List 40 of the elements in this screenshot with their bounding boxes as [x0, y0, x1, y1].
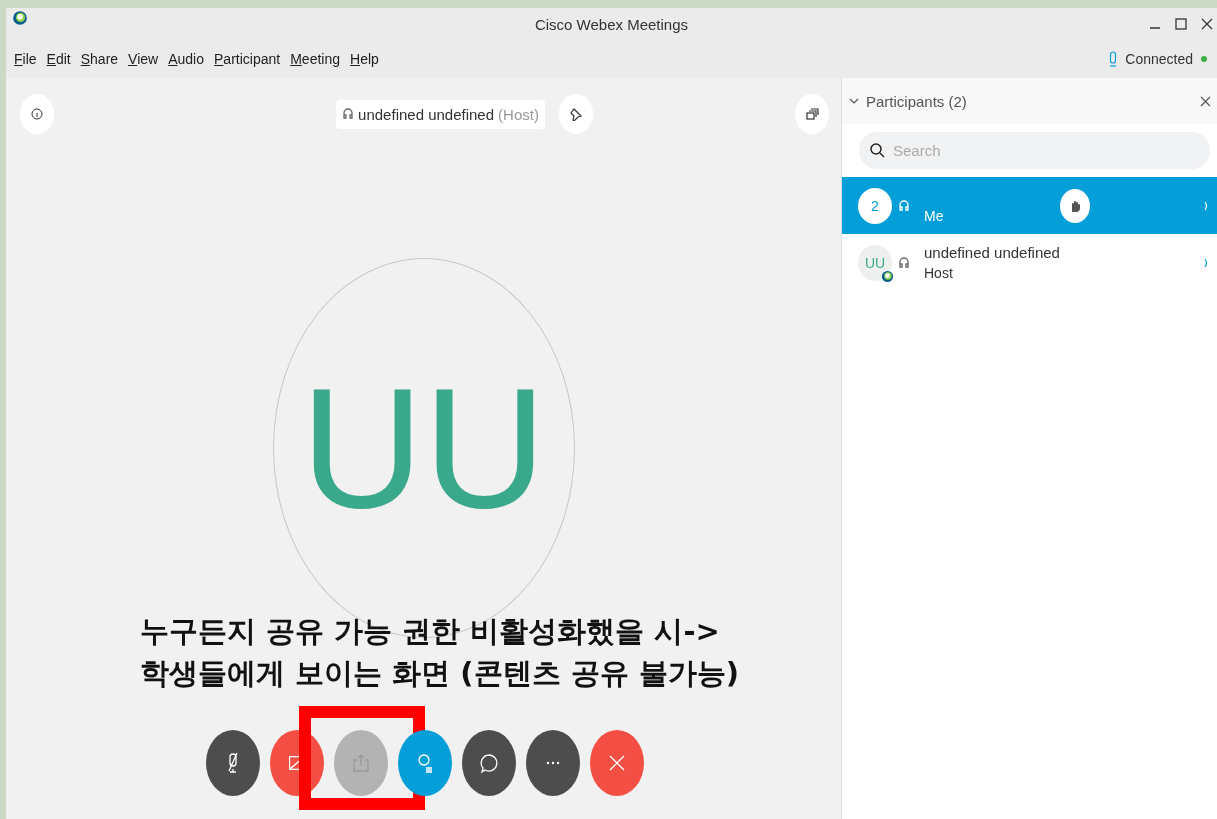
connection-status: Connected [1125, 51, 1193, 67]
menu-item[interactable]: Participant [214, 51, 281, 67]
speaker-role: (Host) [498, 105, 539, 123]
participant-name: undefined undefined [924, 244, 1060, 261]
panel-title: Participants (2) [866, 92, 967, 110]
annotation-text: 누구든지 공유 가능 권한 비활성화했을 시-> [140, 614, 720, 648]
logo-icon [881, 269, 894, 283]
pin-button[interactable] [558, 94, 593, 134]
pin-icon [568, 107, 583, 121]
menu-item[interactable]: Edit [46, 51, 71, 67]
headset-icon [898, 255, 910, 270]
participant-role: Me [924, 208, 944, 224]
logo-icon [12, 10, 28, 26]
info-button[interactable] [20, 94, 54, 134]
participants-control-button[interactable] [398, 730, 452, 796]
more-icon [546, 761, 560, 765]
headset-icon [898, 198, 910, 213]
search-field[interactable]: Search [859, 132, 1210, 169]
speaker-name: undefined undefined [358, 105, 495, 123]
menu-item[interactable]: View [128, 51, 159, 67]
menu-item[interactable]: Share [80, 51, 119, 67]
menu-item[interactable]: File [14, 51, 37, 67]
layout-button[interactable] [795, 94, 829, 134]
maximize-button[interactable] [1175, 18, 1187, 30]
menu-item[interactable]: Meeting [290, 51, 340, 67]
participant-role: Host [924, 265, 954, 281]
chevron-icon[interactable] [1204, 257, 1209, 268]
search-icon [869, 142, 885, 158]
participant-avatar: 2 [858, 187, 892, 224]
mic-icon [1109, 51, 1118, 67]
menu-item[interactable]: Help [350, 51, 379, 67]
info-icon [31, 108, 43, 120]
annotation-text: 학생들에게 보이는 화면 (콘텐츠 공유 불가능) [140, 656, 739, 690]
participant-avatar: UU [858, 244, 892, 281]
windows-icon [805, 107, 819, 121]
menu-item[interactable]: Audio [168, 51, 204, 67]
close-icon[interactable] [1200, 95, 1211, 107]
window-title: Cisco Webex Meetings [534, 15, 689, 33]
close-button[interactable] [1201, 18, 1213, 30]
headset-icon [342, 107, 355, 121]
